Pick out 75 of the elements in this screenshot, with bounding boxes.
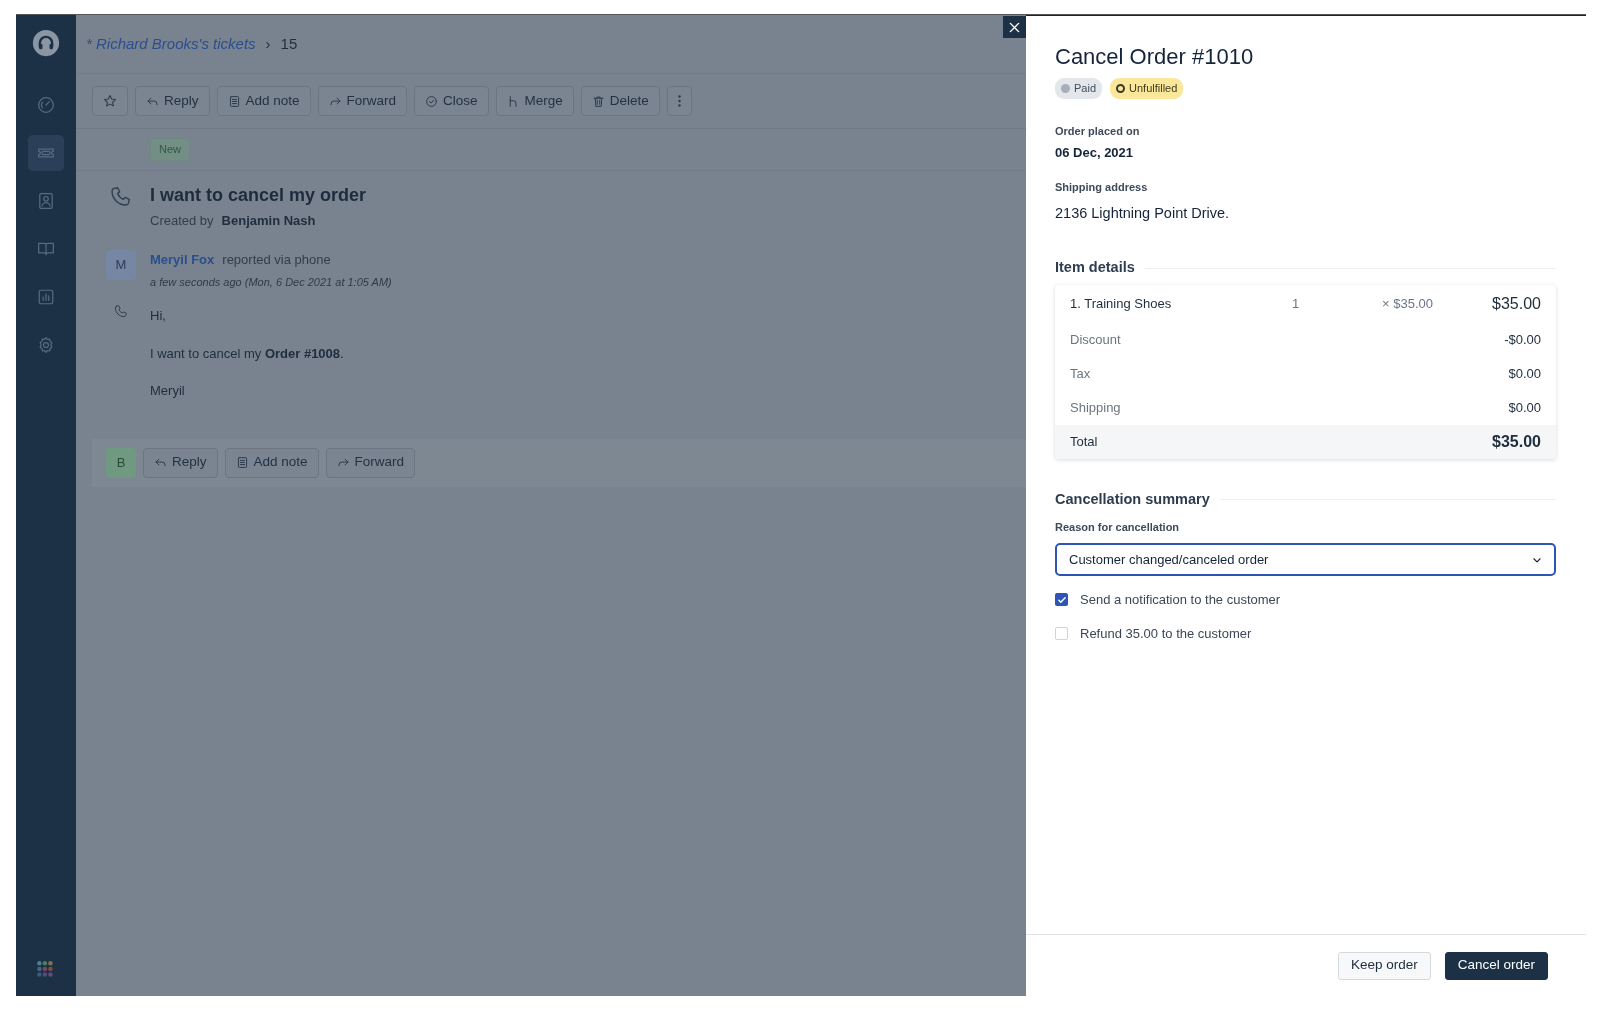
checkbox[interactable] xyxy=(1055,626,1068,640)
section-heading: Item details xyxy=(1055,258,1135,278)
phone-icon xyxy=(110,185,132,207)
message-text: I want to cancel my Order #1008. xyxy=(150,344,345,363)
chart-icon xyxy=(37,288,55,306)
headset-icon xyxy=(32,29,60,57)
author-link[interactable]: Meryil Fox xyxy=(150,250,215,270)
checkbox-label: Send a notification to the customer xyxy=(1080,591,1281,610)
field-label: Reason for cancellation xyxy=(1055,519,1181,535)
summary-value: $0.00 xyxy=(1507,365,1541,384)
check-circle-icon xyxy=(425,94,439,108)
toolbar-button[interactable]: Delete xyxy=(580,86,660,116)
close-icon xyxy=(1009,21,1020,33)
shipping-address: 2136 Lightning Point Drive. xyxy=(1055,204,1231,224)
breadcrumb-link[interactable]: * Richard Brooks's tickets xyxy=(86,32,256,56)
reason-select[interactable]: Customer changed/canceled order xyxy=(1055,543,1556,577)
status-tag: New xyxy=(150,138,190,161)
item-amount: $35.00 xyxy=(1491,293,1541,314)
creator-name: Benjamin Nash xyxy=(221,211,316,230)
phone-icon xyxy=(114,304,128,319)
field-label: Shipping address xyxy=(1055,179,1149,195)
summary-label: Discount xyxy=(1070,331,1122,350)
message-text: Meryil xyxy=(150,382,186,401)
status-badge: Unfulfilled xyxy=(1110,78,1184,99)
check-icon xyxy=(1056,594,1067,605)
order-date: 06 Dec, 2021 xyxy=(1055,144,1135,163)
summary-value: -$0.00 xyxy=(1503,331,1541,350)
toolbar-button[interactable]: Reply xyxy=(143,447,218,478)
select-value: Customer changed/canceled order xyxy=(1069,550,1270,569)
summary-value: $35.00 xyxy=(1491,431,1541,452)
apps-grid-icon xyxy=(36,960,56,980)
toolbar-button[interactable]: Forward xyxy=(325,447,416,478)
item-name: 1. Training Shoes xyxy=(1070,295,1173,314)
book-icon xyxy=(37,240,55,258)
cancel-order-button[interactable]: Cancel order xyxy=(1444,951,1548,980)
ticket-title: I want to cancel my order xyxy=(150,185,367,207)
message-text: Hi, xyxy=(150,307,167,326)
toolbar-button[interactable]: Add note xyxy=(224,447,319,478)
toolbar-button[interactable]: Reply xyxy=(135,86,210,116)
settings-icon xyxy=(37,336,55,354)
reported-via-text: reported via phone xyxy=(222,251,331,270)
star-icon xyxy=(103,94,117,108)
dialog-title: Cancel Order #1010 xyxy=(1055,44,1255,71)
summary-label: Shipping xyxy=(1070,399,1122,418)
breadcrumb-current: 15 xyxy=(280,33,298,54)
checkbox[interactable] xyxy=(1055,593,1068,607)
close-button[interactable] xyxy=(1003,16,1026,38)
summary-label: Tax xyxy=(1070,365,1092,384)
toolbar-button[interactable]: Close xyxy=(414,86,489,116)
note-icon xyxy=(235,456,249,470)
avatar: B xyxy=(106,447,136,478)
checkbox-label: Refund 35.00 to the customer xyxy=(1080,624,1252,643)
item-quantity: 1 xyxy=(1292,295,1301,314)
trash-icon xyxy=(591,94,605,108)
contact-icon xyxy=(37,192,55,210)
timestamp: a few seconds ago (Mon, 6 Dec 2021 at 1:05 AM) xyxy=(150,274,392,290)
sidebar-item[interactable] xyxy=(28,135,64,171)
avatar: M xyxy=(106,250,136,281)
more-button[interactable] xyxy=(666,86,692,116)
status-badge: Paid xyxy=(1055,78,1103,99)
star-button[interactable] xyxy=(92,86,128,116)
created-by-label: Created by xyxy=(150,211,214,230)
breadcrumb-separator: › xyxy=(265,33,271,54)
field-label: Order placed on xyxy=(1055,123,1141,139)
keep-order-button[interactable]: Keep order xyxy=(1337,951,1431,980)
toolbar-button[interactable]: Add note xyxy=(216,86,311,116)
toolbar-button[interactable]: Forward xyxy=(317,86,408,116)
note-icon xyxy=(227,94,241,108)
unit-price: × $35.00 xyxy=(1382,295,1434,314)
more-icon xyxy=(677,95,681,107)
summary-label: Total xyxy=(1070,433,1099,452)
toolbar-button[interactable]: Merge xyxy=(495,86,574,116)
summary-value: $0.00 xyxy=(1507,399,1541,418)
section-heading: Cancellation summary xyxy=(1055,489,1210,509)
gauge-icon xyxy=(37,96,55,114)
